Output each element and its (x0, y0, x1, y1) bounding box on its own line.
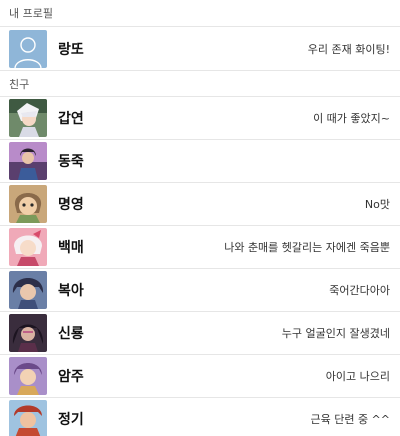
friend-name: 복아 (58, 283, 84, 299)
friend-status: 누구 얼굴인지 잘생겼네 (281, 327, 390, 340)
friend-avatar[interactable] (9, 271, 47, 309)
friend-status: 나와 춘매를 헷갈리는 자에겐 죽음뿐 (224, 241, 390, 254)
friend-row[interactable]: 암주 아이고 나으리 (0, 354, 400, 397)
my-profile-name: 랑또 (58, 41, 84, 58)
friend-status: 아이고 나으리 (325, 370, 390, 383)
friend-name: 동죽 (58, 154, 84, 170)
friends-section-label: 친구 (9, 77, 30, 91)
friend-row[interactable]: 신룡 누구 얼굴인지 잘생겼네 (0, 311, 400, 354)
friend-name: 백매 (58, 240, 84, 256)
friends-section-header: 친구 (0, 70, 400, 96)
my-profile-row[interactable]: 랑또 우리 존재 화이팅! (0, 26, 400, 70)
friend-row[interactable]: 정기 근육 단련 중 ^^ (0, 397, 400, 436)
default-avatar-icon[interactable] (9, 29, 47, 68)
friend-status: 이 때가 좋았지~ (313, 112, 390, 125)
friends-list-screen: 내 프로필 랑또 우리 존재 화이팅! 친구 갑연 이 때가 좋았지~ 동죽 명… (0, 0, 400, 436)
friend-status: 근육 단련 중 ^^ (310, 413, 390, 426)
friend-status: 죽어간다아아 (329, 284, 390, 297)
friend-row[interactable]: 명영 No맛 (0, 182, 400, 225)
friend-avatar[interactable] (9, 357, 47, 395)
friend-row[interactable]: 복아 죽어간다아아 (0, 268, 400, 311)
friend-avatar[interactable] (9, 142, 47, 180)
friend-avatar[interactable] (9, 400, 47, 436)
my-profile-section-header: 내 프로필 (0, 0, 400, 26)
friend-name: 암주 (58, 369, 84, 385)
friend-name: 명영 (58, 197, 84, 213)
friend-name: 신룡 (58, 326, 84, 342)
friend-avatar[interactable] (9, 99, 47, 137)
friend-name: 정기 (58, 412, 84, 428)
my-profile-section-label: 내 프로필 (9, 7, 53, 20)
friend-name: 갑연 (58, 111, 84, 127)
friend-row[interactable]: 갑연 이 때가 좋았지~ (0, 96, 400, 139)
my-profile-status: 우리 존재 화이팅! (307, 42, 390, 56)
friend-avatar[interactable] (9, 228, 47, 266)
friend-avatar[interactable] (9, 314, 47, 352)
friend-row[interactable]: 동죽 (0, 139, 400, 182)
friend-avatar[interactable] (9, 185, 47, 223)
friend-row[interactable]: 백매 나와 춘매를 헷갈리는 자에겐 죽음뿐 (0, 225, 400, 268)
friend-status: No맛 (364, 198, 390, 211)
